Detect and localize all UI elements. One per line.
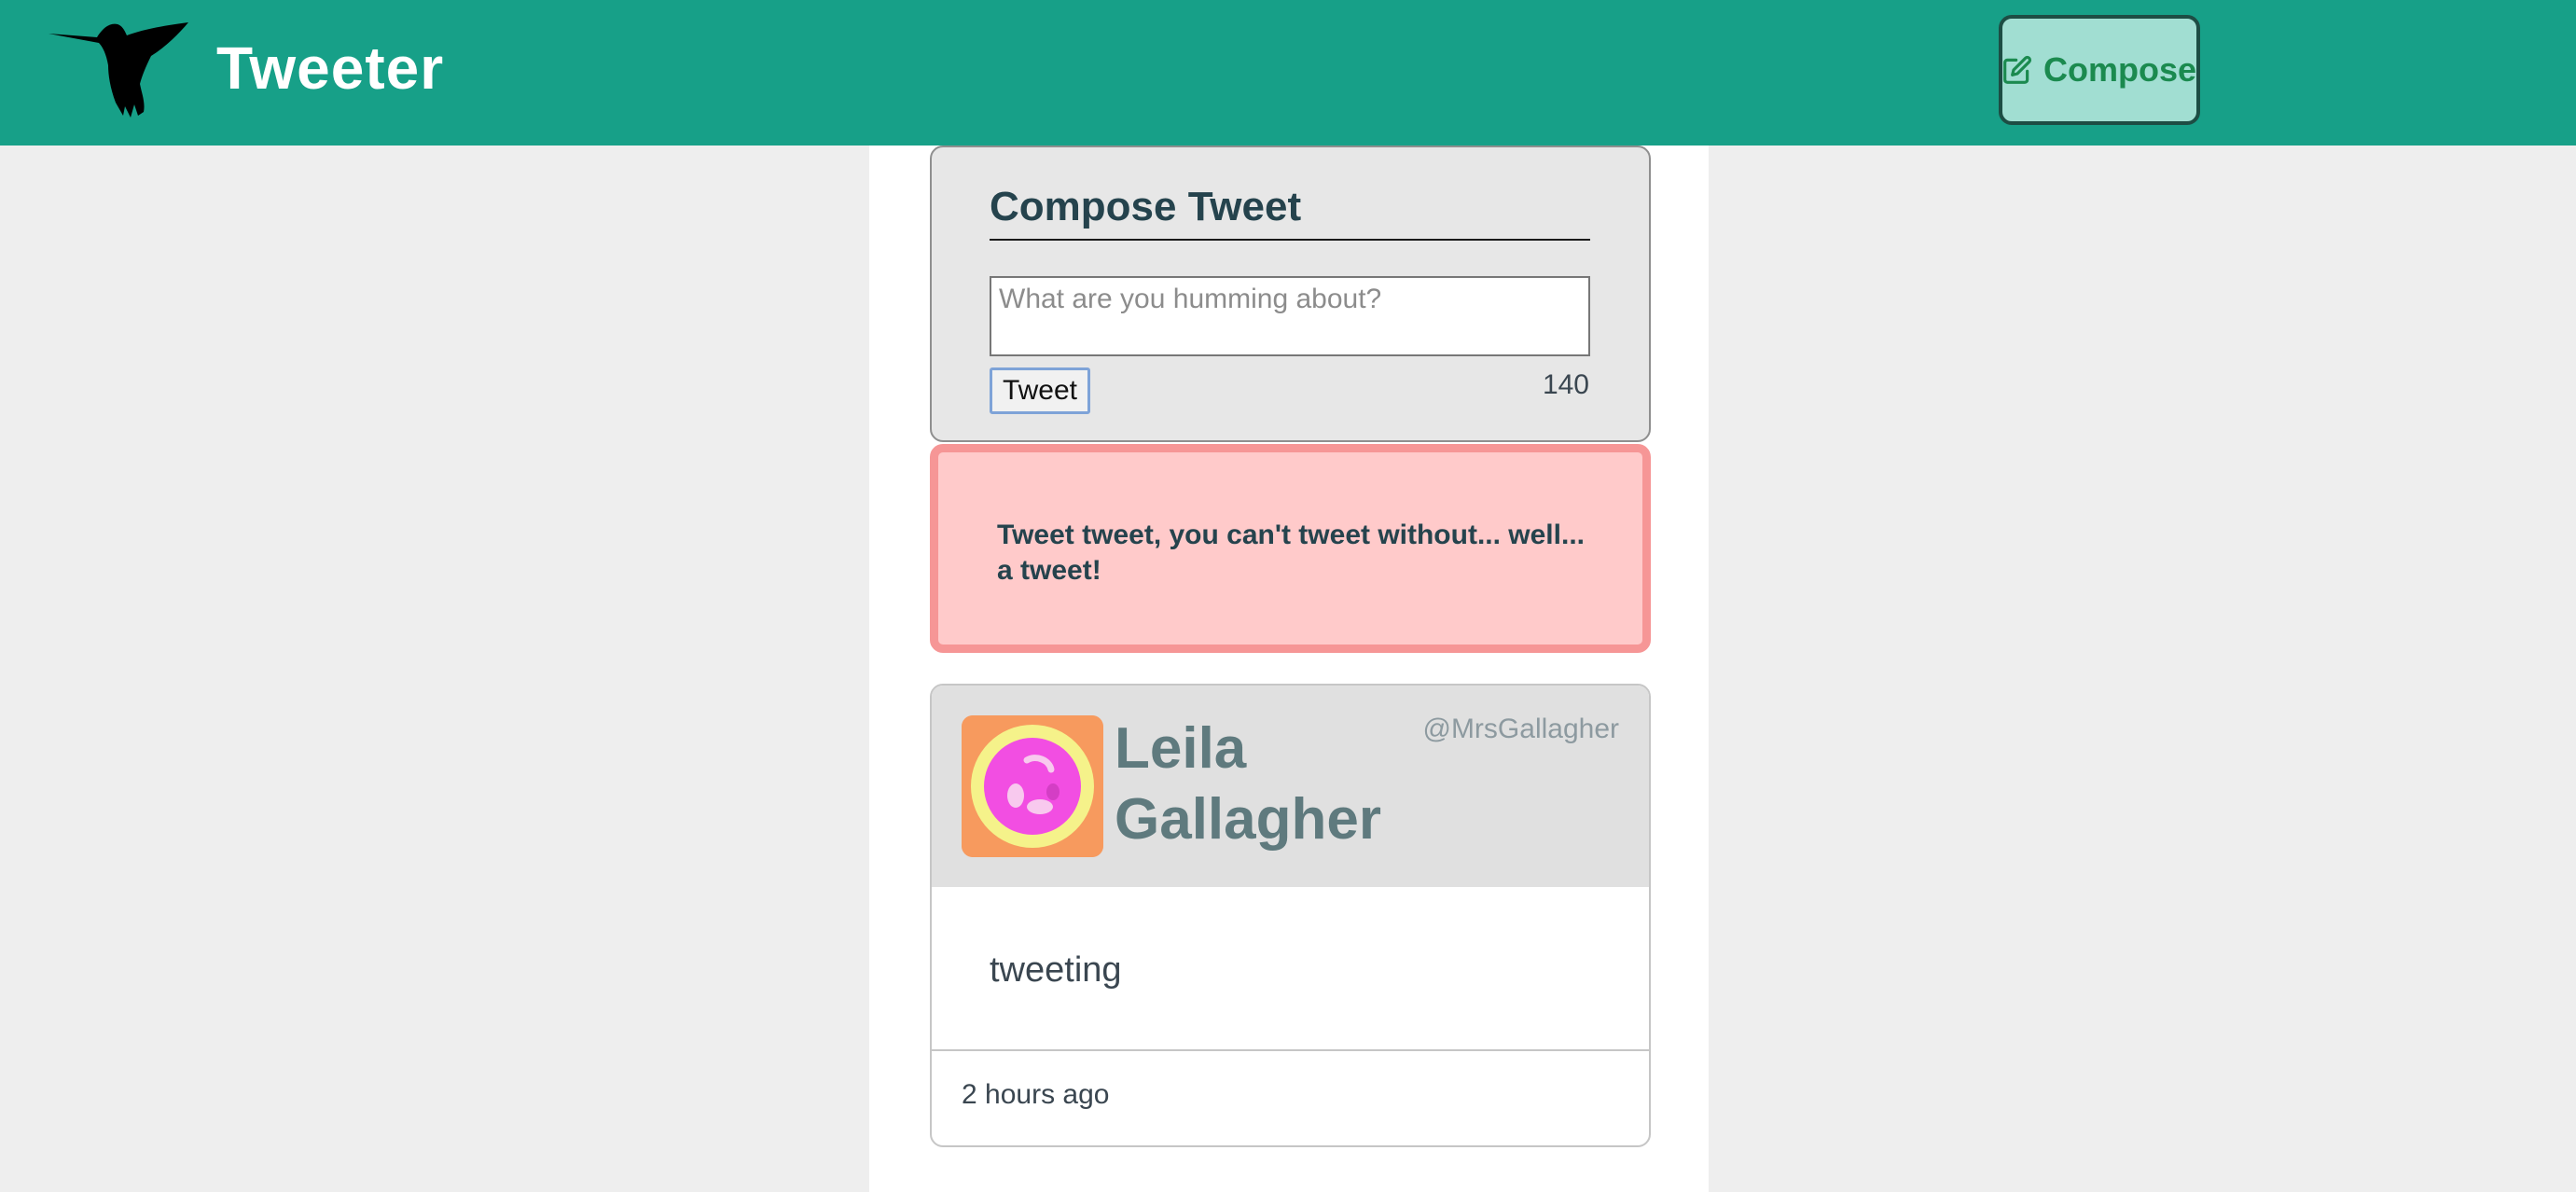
- tweet-footer: 2 hours ago: [932, 1049, 1649, 1145]
- tweet-header: Leila Gallagher @MrsGallagher: [932, 686, 1649, 887]
- tweet-timestamp: 2 hours ago: [962, 1079, 1110, 1110]
- top-nav: Tweeter Compose: [0, 0, 2576, 146]
- edit-icon: [2003, 55, 2032, 84]
- tweet-content: tweeting: [990, 950, 1122, 990]
- character-counter: 140: [1542, 369, 1589, 400]
- tweet-card: Leila Gallagher @MrsGallagher tweeting 2…: [930, 684, 1651, 1147]
- tweet-author-name: Leila Gallagher: [1115, 716, 1381, 852]
- compose-nav-button[interactable]: Compose: [1999, 15, 2200, 125]
- tweet-textarea[interactable]: [990, 276, 1590, 356]
- app-title: Tweeter: [216, 35, 445, 102]
- error-message-box: Tweet tweet, you can't tweet without... …: [930, 444, 1651, 653]
- compose-tweet-panel: Compose Tweet Tweet 140: [930, 146, 1651, 442]
- hummingbird-logo-icon: [48, 22, 188, 118]
- avatar-icon: [962, 715, 1103, 857]
- error-message: Tweet tweet, you can't tweet without... …: [997, 520, 1585, 586]
- compose-title: Compose Tweet: [990, 183, 1590, 241]
- compose-nav-label: Compose: [2043, 50, 2196, 89]
- tweet-submit-button[interactable]: Tweet: [990, 367, 1090, 414]
- tweet-author-handle: @MrsGallagher: [1422, 714, 1619, 744]
